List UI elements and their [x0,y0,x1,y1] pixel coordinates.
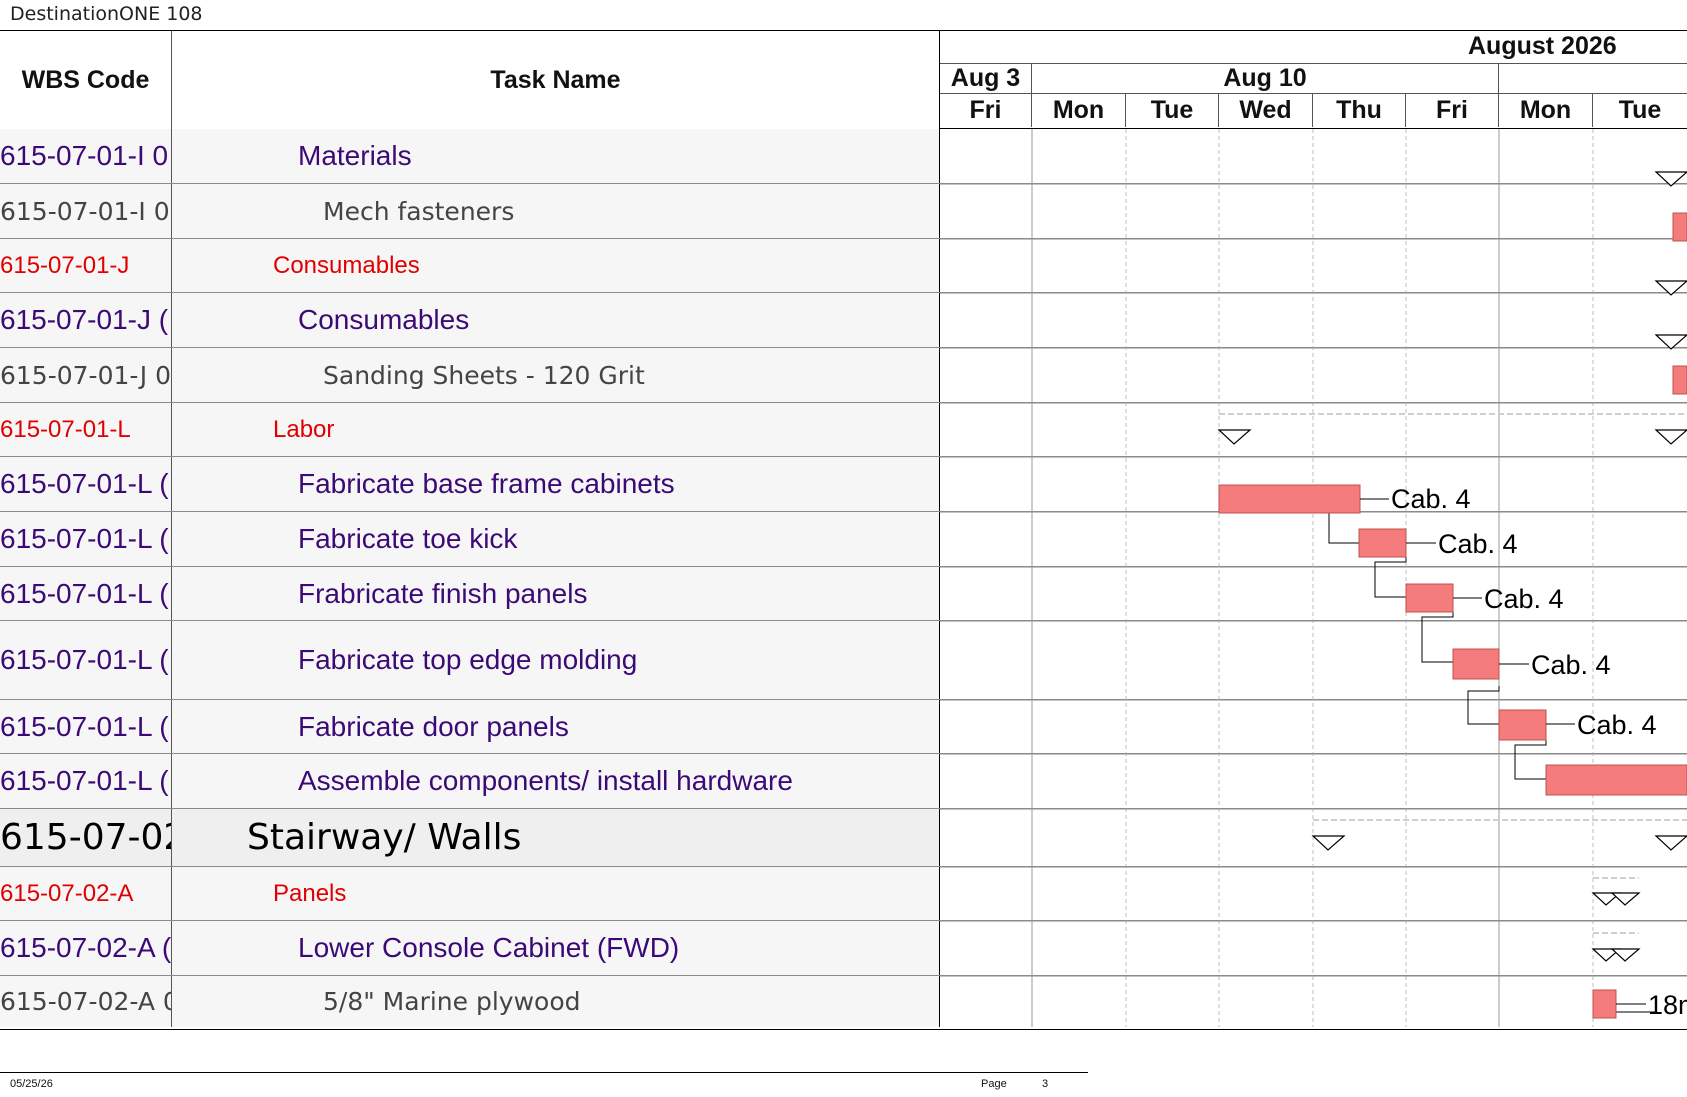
day-gridlines [1125,129,1594,1027]
footer-page-label: Page [981,1078,1007,1090]
summary-marker [1610,892,1641,906]
week-label [1499,63,1687,94]
day-label: Wed [1219,94,1313,127]
task-bar [1672,365,1687,395]
dependency-link [1421,607,1454,663]
gantt-graphics: Cab. 4 Cab. 4 Cab. 4 Cab. 4 Cab. 4 18m [940,129,1687,1027]
day-label: Thu [1313,94,1406,127]
day-label: Fri [1406,94,1499,127]
wbs-column-header[interactable]: WBS Code [0,31,172,129]
week-label: Aug 10 [1032,63,1499,94]
summary-marker [1654,835,1687,851]
task-bar [1498,709,1547,741]
wbs-code: 615-07-01-I 0 [0,129,172,183]
summary-marker [1654,334,1687,350]
task-name: 5/8" Marine plywood [172,976,940,1027]
month-label: August 2026 [1468,32,1617,60]
bar-label: Cab. 4 [1484,584,1564,614]
summary-marker [1654,429,1687,445]
summary-marker [1311,835,1346,851]
task-name: Fabricate toe kick [172,512,940,566]
task-bar [1405,583,1454,613]
bar-labels: Cab. 4 Cab. 4 Cab. 4 Cab. 4 Cab. 4 18m [1391,484,1687,1020]
task-name: Fabricate door panels [172,700,940,753]
day-label: Tue [1126,94,1219,127]
week-label: Aug 3 [940,63,1032,94]
bar-label: 18m [1648,990,1687,1020]
bar-label: Cab. 4 [1438,529,1518,559]
wbs-code: 615-07-01-J ( [0,293,172,347]
task-name: Consumables [172,293,940,347]
wbs-code: 615-07-01-I 01 [0,184,172,238]
wbs-code: 615-07-02-A ( [0,921,172,975]
summary-marker [1217,429,1252,445]
task-name: Frabricate finish panels [172,567,940,620]
task-name: Lower Console Cabinet (FWD) [172,921,940,975]
task-bar [1218,484,1361,514]
wbs-code: 615-07-01-L [0,403,172,456]
footer-page-number: 3 [1042,1078,1049,1090]
wbs-code: 615-07-02-A 0 [0,976,172,1027]
wbs-code: 615-07-02 [0,809,172,866]
wbs-code: 615-07-01-J [0,239,172,292]
task-name-column-header[interactable]: Task Name [172,31,940,129]
footer-date: 05/25/26 [10,1078,53,1090]
task-bar [1452,648,1500,680]
wbs-code: 615-07-01-J 01 [0,348,172,402]
bar-label: Cab. 4 [1531,650,1611,680]
bar-label: Cab. 4 [1577,710,1657,740]
wbs-code: 615-07-01-L ( [0,700,172,753]
dependency-link [1514,740,1547,780]
bar-label: Cab. 4 [1391,484,1471,514]
task-name: Panels [172,867,940,920]
wbs-code: 615-07-01-L ( [0,754,172,808]
wbs-code: 615-07-01-L ( [0,457,172,511]
dependency-link [1467,686,1500,725]
task-name: Assemble components/ install hardware [172,754,940,808]
wbs-code: 615-07-02-A [0,867,172,920]
task-name: Stairway/ Walls [172,809,940,866]
wbs-code: 615-07-01-L ( [0,512,172,566]
document-title: DestinationONE 108 [10,3,203,25]
task-bar [1592,989,1617,1019]
timescale-month: August 2026 [940,31,1687,64]
day-label: Mon [1032,94,1126,127]
task-name: Labor [172,403,940,456]
day-label: Mon [1499,94,1593,127]
task-name: Fabricate top edge molding [172,621,940,699]
task-bar [1672,212,1687,242]
task-name: Mech fasteners [172,184,940,238]
task-name: Fabricate base frame cabinets [172,457,940,511]
day-label: Tue [1618,96,1662,124]
gantt-sheet: WBS Code Task Name August 2026 Aug 3 Aug… [0,30,1687,1030]
timescale-header: August 2026 Aug 3 Aug 10 Fri Mon Tue Wed… [940,31,1687,129]
label-leaders [1360,498,1646,1005]
task-name: Materials [172,129,940,183]
day-label: Fri [940,94,1032,127]
summary-marker [1610,948,1641,962]
task-bar [1358,528,1407,558]
task-bar [1545,764,1687,796]
footer-rule [0,1072,1088,1073]
dependency-link [1374,552,1407,598]
task-name: Consumables [172,239,940,292]
wbs-code: 615-07-01-L ( [0,567,172,620]
task-name: Sanding Sheets - 120 Grit [172,348,940,402]
week-gridlines [1031,129,1500,1027]
wbs-code: 615-07-01-L ( [0,621,172,699]
gantt-chart-area: Cab. 4 Cab. 4 Cab. 4 Cab. 4 Cab. 4 18m [940,129,1687,1027]
